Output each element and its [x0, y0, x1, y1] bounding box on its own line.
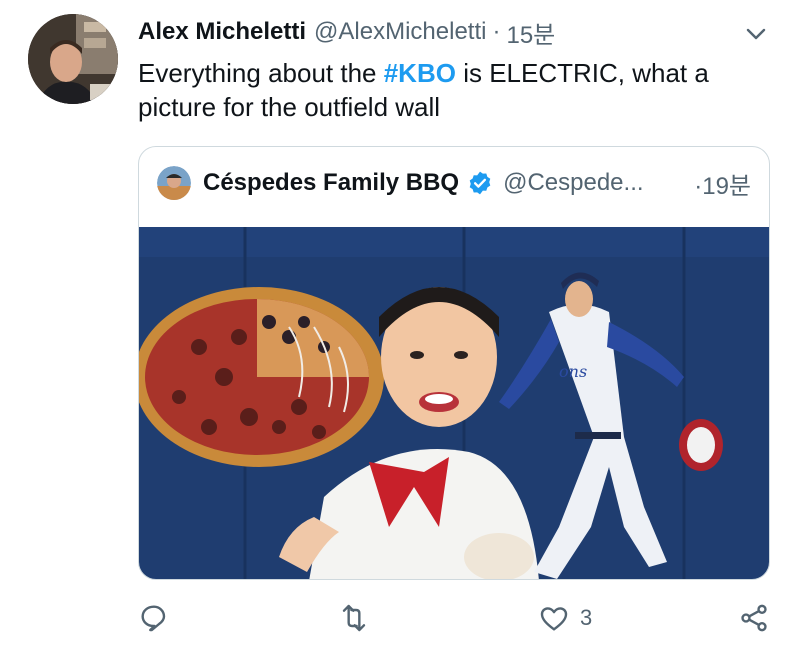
- quoted-author-handle[interactable]: @Cespede...: [503, 169, 643, 197]
- reply-button[interactable]: [138, 596, 180, 640]
- quoted-tweet-card[interactable]: Céspedes Family BBQ @Cespede... ·19분 ons: [138, 146, 770, 580]
- retweet-button[interactable]: [338, 596, 380, 640]
- share-button[interactable]: [738, 596, 770, 640]
- chevron-down-icon[interactable]: [742, 22, 770, 46]
- quoted-author-name[interactable]: Céspedes Family BBQ: [203, 169, 459, 197]
- reply-icon: [141, 605, 166, 632]
- separator: ·: [492, 18, 501, 45]
- quoted-author-avatar[interactable]: [157, 166, 191, 200]
- retweet-icon: [342, 604, 366, 632]
- author-name[interactable]: Alex Micheletti: [138, 18, 306, 46]
- author-photo: [28, 14, 118, 104]
- quoted-tweet-header: Céspedes Family BBQ @Cespede... ·19분: [157, 163, 751, 203]
- like-button[interactable]: 3: [538, 596, 592, 640]
- quoted-time: 19분: [702, 172, 751, 200]
- like-icon: [540, 607, 568, 631]
- verified-badge-icon: [469, 171, 491, 195]
- outfield-wall-photo[interactable]: ons: [139, 227, 770, 580]
- hashtag-link[interactable]: #KBO: [384, 58, 456, 88]
- tweet-text-start: Everything about the: [138, 58, 384, 88]
- share-icon: [741, 604, 767, 632]
- author-avatar[interactable]: [28, 14, 118, 104]
- tweet-header: Alex Micheletti @AlexMicheletti · 15분: [138, 14, 780, 50]
- svg-text:ons: ons: [559, 362, 587, 381]
- like-count: 3: [580, 605, 593, 630]
- quoted-tweet-timestamp[interactable]: ·19분: [694, 166, 751, 201]
- tweet-timestamp[interactable]: 15분: [506, 15, 555, 50]
- tweet-text: Everything about the #KBO is ELECTRIC, w…: [138, 56, 758, 124]
- tweet-action-bar: 3: [138, 596, 778, 640]
- author-handle[interactable]: @AlexMicheletti: [314, 18, 486, 46]
